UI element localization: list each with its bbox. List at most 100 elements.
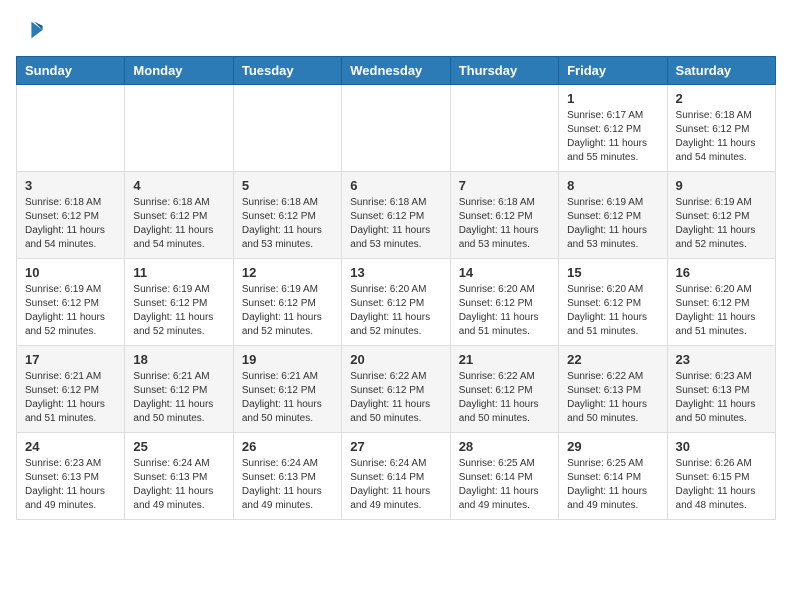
calendar-cell: 1 Sunrise: 6:17 AMSunset: 6:12 PMDaylight… (559, 85, 667, 172)
day-info: Sunrise: 6:25 AMSunset: 6:14 PMDaylight:… (567, 457, 658, 513)
day-number: 26 (242, 439, 333, 454)
day-info: Sunrise: 6:18 AMSunset: 6:12 PMDaylight:… (459, 196, 550, 252)
day-number: 13 (350, 265, 441, 280)
calendar-cell: 14Sunrise: 6:20 AMSunset: 6:12 PMDayligh… (450, 259, 558, 346)
day-number: 16 (676, 265, 767, 280)
calendar-cell: 7 Sunrise: 6:18 AMSunset: 6:12 PMDaylight… (450, 172, 558, 259)
calendar-cell: 29 Sunrise: 6:25 AMSunset: 6:14 PMDayligh… (559, 433, 667, 520)
calendar-cell: 13Sunrise: 6:20 AMSunset: 6:12 PMDayligh… (342, 259, 450, 346)
calendar-cell: 19Sunrise: 6:21 AMSunset: 6:12 PMDayligh… (233, 346, 341, 433)
calendar-cell: 20 Sunrise: 6:22 AMSunset: 6:12 PMDayligh… (342, 346, 450, 433)
calendar-cell: 6 Sunrise: 6:18 AMSunset: 6:12 PMDaylight… (342, 172, 450, 259)
calendar-week-row: 3 Sunrise: 6:18 AMSunset: 6:12 PMDaylight… (17, 172, 776, 259)
day-info: Sunrise: 6:26 AMSunset: 6:15 PMDaylight:… (676, 457, 767, 513)
calendar-cell (342, 85, 450, 172)
day-info: Sunrise: 6:18 AMSunset: 6:12 PMDaylight:… (133, 196, 224, 252)
day-number: 14 (459, 265, 550, 280)
day-number: 3 (25, 178, 116, 193)
day-info: Sunrise: 6:19 AMSunset: 6:12 PMDaylight:… (25, 283, 116, 339)
calendar-cell: 4Sunrise: 6:18 AMSunset: 6:12 PMDaylight… (125, 172, 233, 259)
day-number: 15 (567, 265, 658, 280)
day-info: Sunrise: 6:20 AMSunset: 6:12 PMDaylight:… (567, 283, 658, 339)
day-number: 29 (567, 439, 658, 454)
calendar-cell: 16 Sunrise: 6:20 AMSunset: 6:12 PMDayligh… (667, 259, 775, 346)
calendar-header-row: SundayMondayTuesdayWednesdayThursdayFrid… (17, 57, 776, 85)
logo (16, 16, 46, 44)
calendar-cell: 21 Sunrise: 6:22 AMSunset: 6:12 PMDayligh… (450, 346, 558, 433)
day-number: 21 (459, 352, 550, 367)
day-number: 9 (676, 178, 767, 193)
day-info: Sunrise: 6:18 AMSunset: 6:12 PMDaylight:… (350, 196, 441, 252)
day-number: 7 (459, 178, 550, 193)
calendar-cell: 9 Sunrise: 6:19 AMSunset: 6:12 PMDaylight… (667, 172, 775, 259)
calendar-week-row: 10 Sunrise: 6:19 AMSunset: 6:12 PMDayligh… (17, 259, 776, 346)
calendar-cell (450, 85, 558, 172)
day-info: Sunrise: 6:23 AMSunset: 6:13 PMDaylight:… (676, 370, 767, 426)
calendar-cell: 12Sunrise: 6:19 AMSunset: 6:12 PMDayligh… (233, 259, 341, 346)
calendar-cell: 24 Sunrise: 6:23 AMSunset: 6:13 PMDayligh… (17, 433, 125, 520)
day-info: Sunrise: 6:19 AMSunset: 6:12 PMDaylight:… (133, 283, 224, 339)
day-info: Sunrise: 6:18 AMSunset: 6:12 PMDaylight:… (242, 196, 333, 252)
weekday-header: Wednesday (342, 57, 450, 85)
day-info: Sunrise: 6:17 AMSunset: 6:12 PMDaylight:… (567, 109, 658, 165)
calendar-cell: 27 Sunrise: 6:24 AMSunset: 6:14 PMDayligh… (342, 433, 450, 520)
calendar-cell: 17 Sunrise: 6:21 AMSunset: 6:12 PMDayligh… (17, 346, 125, 433)
day-info: Sunrise: 6:21 AMSunset: 6:12 PMDaylight:… (133, 370, 224, 426)
day-number: 11 (133, 265, 224, 280)
weekday-header: Monday (125, 57, 233, 85)
day-number: 27 (350, 439, 441, 454)
day-info: Sunrise: 6:19 AMSunset: 6:12 PMDaylight:… (567, 196, 658, 252)
weekday-header: Tuesday (233, 57, 341, 85)
day-info: Sunrise: 6:18 AMSunset: 6:12 PMDaylight:… (25, 196, 116, 252)
day-info: Sunrise: 6:22 AMSunset: 6:12 PMDaylight:… (459, 370, 550, 426)
day-number: 20 (350, 352, 441, 367)
day-info: Sunrise: 6:19 AMSunset: 6:12 PMDaylight:… (242, 283, 333, 339)
day-number: 19 (242, 352, 333, 367)
logo-icon (16, 16, 44, 44)
calendar-cell: 26Sunrise: 6:24 AMSunset: 6:13 PMDayligh… (233, 433, 341, 520)
day-info: Sunrise: 6:23 AMSunset: 6:13 PMDaylight:… (25, 457, 116, 513)
day-number: 1 (567, 91, 658, 106)
day-number: 28 (459, 439, 550, 454)
calendar-cell (125, 85, 233, 172)
day-info: Sunrise: 6:20 AMSunset: 6:12 PMDaylight:… (676, 283, 767, 339)
calendar-cell: 11 Sunrise: 6:19 AMSunset: 6:12 PMDayligh… (125, 259, 233, 346)
day-info: Sunrise: 6:21 AMSunset: 6:12 PMDaylight:… (25, 370, 116, 426)
weekday-header: Friday (559, 57, 667, 85)
calendar-week-row: 17 Sunrise: 6:21 AMSunset: 6:12 PMDayligh… (17, 346, 776, 433)
calendar-cell (17, 85, 125, 172)
page-header (16, 16, 776, 44)
calendar-table: SundayMondayTuesdayWednesdayThursdayFrid… (16, 56, 776, 520)
day-number: 2 (676, 91, 767, 106)
calendar-cell: 3 Sunrise: 6:18 AMSunset: 6:12 PMDaylight… (17, 172, 125, 259)
weekday-header: Sunday (17, 57, 125, 85)
day-number: 25 (133, 439, 224, 454)
day-number: 23 (676, 352, 767, 367)
day-info: Sunrise: 6:19 AMSunset: 6:12 PMDaylight:… (676, 196, 767, 252)
day-number: 5 (242, 178, 333, 193)
calendar-cell: 28 Sunrise: 6:25 AMSunset: 6:14 PMDayligh… (450, 433, 558, 520)
day-number: 17 (25, 352, 116, 367)
day-number: 18 (133, 352, 224, 367)
calendar-cell: 25Sunrise: 6:24 AMSunset: 6:13 PMDayligh… (125, 433, 233, 520)
calendar-cell: 22 Sunrise: 6:22 AMSunset: 6:13 PMDayligh… (559, 346, 667, 433)
day-number: 24 (25, 439, 116, 454)
weekday-header: Thursday (450, 57, 558, 85)
calendar-cell: 10 Sunrise: 6:19 AMSunset: 6:12 PMDayligh… (17, 259, 125, 346)
day-info: Sunrise: 6:22 AMSunset: 6:13 PMDaylight:… (567, 370, 658, 426)
day-info: Sunrise: 6:24 AMSunset: 6:14 PMDaylight:… (350, 457, 441, 513)
day-info: Sunrise: 6:25 AMSunset: 6:14 PMDaylight:… (459, 457, 550, 513)
day-number: 10 (25, 265, 116, 280)
calendar-week-row: 1 Sunrise: 6:17 AMSunset: 6:12 PMDaylight… (17, 85, 776, 172)
calendar-cell (233, 85, 341, 172)
day-number: 22 (567, 352, 658, 367)
day-number: 30 (676, 439, 767, 454)
calendar-cell: 23 Sunrise: 6:23 AMSunset: 6:13 PMDayligh… (667, 346, 775, 433)
calendar-cell: 15 Sunrise: 6:20 AMSunset: 6:12 PMDayligh… (559, 259, 667, 346)
day-number: 8 (567, 178, 658, 193)
weekday-header: Saturday (667, 57, 775, 85)
calendar-week-row: 24 Sunrise: 6:23 AMSunset: 6:13 PMDayligh… (17, 433, 776, 520)
day-number: 6 (350, 178, 441, 193)
calendar-cell: 8 Sunrise: 6:19 AMSunset: 6:12 PMDaylight… (559, 172, 667, 259)
day-info: Sunrise: 6:22 AMSunset: 6:12 PMDaylight:… (350, 370, 441, 426)
